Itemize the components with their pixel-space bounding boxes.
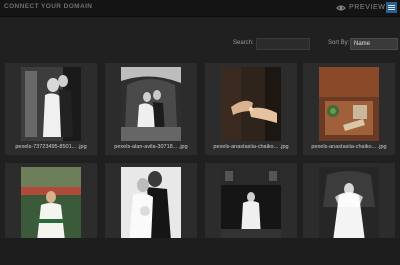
- sort-label: Sort By:: [328, 40, 350, 46]
- photo-card[interactable]: pexels-alan-avila-30718... .jpg: [105, 63, 197, 155]
- photo-card[interactable]: [5, 163, 97, 241]
- photo-caption: pexels-73723495-8501... .jpg: [15, 144, 87, 150]
- menu-icon: [388, 5, 395, 10]
- photo-card[interactable]: pexels-anastasiia-chaiko... .jpg: [205, 63, 297, 155]
- photo-thumbnail[interactable]: [121, 167, 181, 241]
- sort-dropdown[interactable]: Name: [350, 38, 398, 50]
- search-input[interactable]: [256, 38, 310, 50]
- photo-card[interactable]: pexels-anastasiia-chaiko... .jpg: [303, 63, 395, 155]
- top-bar: CONNECT YOUR DOMAIN PREVIEW: [0, 0, 400, 17]
- preview-label: PREVIEW: [349, 4, 386, 11]
- photo-thumbnail[interactable]: [319, 167, 379, 241]
- photo-card[interactable]: [105, 163, 197, 241]
- photo-thumbnail[interactable]: [319, 67, 379, 141]
- header-strip: [0, 17, 400, 35]
- search-label: Search:: [233, 40, 254, 46]
- photo-card[interactable]: pexels-73723495-8501... .jpg: [5, 63, 97, 155]
- eye-icon: [336, 5, 346, 10]
- photo-thumbnail[interactable]: [21, 67, 81, 141]
- photo-thumbnail[interactable]: [121, 67, 181, 141]
- sort-value: Name: [354, 41, 371, 47]
- photo-thumbnail[interactable]: [221, 67, 281, 141]
- photo-card[interactable]: [205, 163, 297, 241]
- photo-card[interactable]: [303, 163, 395, 241]
- photo-caption: pexels-alan-avila-30718... .jpg: [114, 144, 188, 150]
- preview-button[interactable]: PREVIEW: [336, 2, 385, 13]
- photo-grid: pexels-73723495-8501... .jpg pexels-alan…: [0, 53, 400, 241]
- photo-thumbnail[interactable]: [21, 167, 81, 241]
- photo-caption: pexels-anastasiia-chaiko... .jpg: [213, 144, 289, 150]
- footer-bar: [0, 238, 400, 265]
- menu-button[interactable]: [386, 2, 397, 13]
- connect-domain-link[interactable]: CONNECT YOUR DOMAIN: [4, 3, 92, 10]
- photo-thumbnail[interactable]: [221, 167, 281, 241]
- photo-caption: pexels-anastasiia-chaiko... .jpg: [311, 144, 387, 150]
